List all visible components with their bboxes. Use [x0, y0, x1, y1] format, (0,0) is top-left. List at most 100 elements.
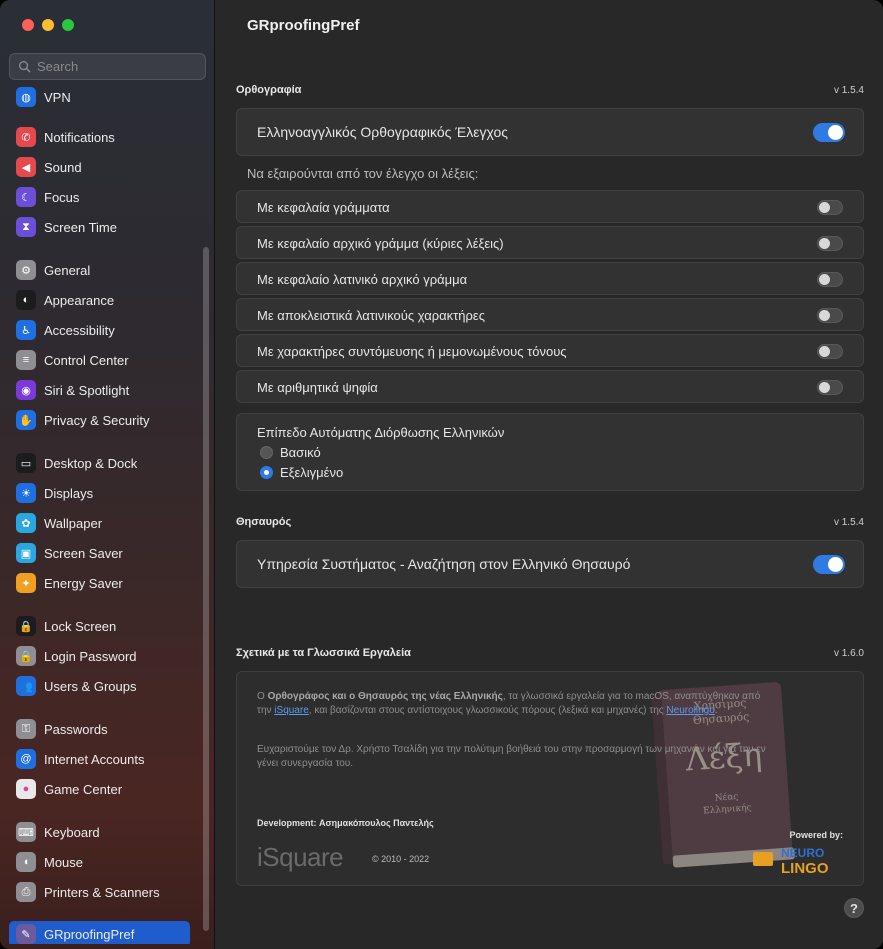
sidebar-item-control-center[interactable]: ≡ Control Center: [9, 347, 190, 373]
sidebar-item-accessibility[interactable]: ♿ Accessibility: [9, 317, 190, 343]
sidebar-item-label: General: [44, 262, 91, 278]
exclude-option-label: Με κεφαλαίο αρχικό γράμμα (κύριες λέξεις…: [257, 236, 504, 251]
sidebar-item-general[interactable]: ⚙ General: [9, 257, 190, 283]
sidebar-item-label: Keyboard: [44, 824, 100, 840]
sidebar-item-grproofingpref[interactable]: ✎ GRproofingPref: [9, 921, 190, 944]
exclude-option-toggle[interactable]: [817, 200, 843, 215]
autocorrect-advanced-label[interactable]: Εξελιγμένο: [280, 465, 343, 480]
about-card: Χρήσιμος Θησαυρός Λέξη Νέας Ελληνικής Ο …: [236, 671, 864, 886]
thesaurus-section-title: Θησαυρός: [236, 516, 292, 528]
sidebar-item-label: Login Password: [44, 648, 137, 664]
control-center-icon: ≡: [16, 350, 36, 370]
sidebar-item-wallpaper[interactable]: ✿ Wallpaper: [9, 510, 190, 536]
sidebar-item-displays[interactable]: ☀ Displays: [9, 480, 190, 506]
exclude-option-toggle[interactable]: [817, 380, 843, 395]
about-paragraph-2: Ευχαριστούμε τον Δρ. Χρήστο Τσαλίδη για …: [257, 744, 766, 769]
exclude-option-label: Με χαρακτήρες συντόμευσης ή μεμονωμένους…: [257, 344, 567, 359]
settings-window: ◍ VPN ✆ Notifications ◀ Sound ☾ Focus ⧗ Screen Ti…: [0, 0, 883, 949]
sidebar-item-desktop-dock[interactable]: ▭ Desktop & Dock: [9, 450, 190, 476]
thesaurus-card: Υπηρεσία Συστήματος - Αναζήτηση στον Ελλ…: [236, 540, 864, 588]
sidebar-item-keyboard[interactable]: ⌨ Keyboard: [9, 819, 190, 845]
sidebar-item-energy-saver[interactable]: ✦ Energy Saver: [9, 570, 190, 596]
sidebar-item-login-password[interactable]: 🔒 Login Password: [9, 643, 190, 669]
printer-icon: ⎙: [16, 882, 36, 902]
lock-icon: 🔒: [16, 646, 36, 666]
hourglass-icon: ⧗: [16, 217, 36, 237]
exclude-option-label: Με αποκλειστικά λατινικούς χαρακτήρες: [257, 308, 485, 323]
about-paragraph-1: Ο Ορθογράφος και ο Θησαυρός της νέας Ελλ…: [257, 691, 761, 716]
siri-icon: ◉: [16, 380, 36, 400]
gear-icon: ⚙: [16, 260, 36, 280]
about-version: v 1.6.0: [833, 648, 864, 659]
game-center-icon: ●: [16, 779, 36, 799]
sidebar-item-internet-accounts[interactable]: @ Internet Accounts: [9, 746, 190, 772]
sidebar-item-label: Energy Saver: [44, 575, 123, 591]
sidebar-item-screen-time[interactable]: ⧗ Screen Time: [9, 214, 190, 240]
exclude-option-label: Με κεφαλαία γράμματα: [257, 200, 390, 215]
sidebar-item-mouse[interactable]: ◖ Mouse: [9, 849, 190, 875]
powered-by-label: Powered by:: [789, 830, 843, 840]
neurolingo-link[interactable]: Neurolingo: [666, 705, 714, 716]
sidebar-item-privacy-security[interactable]: ✋ Privacy & Security: [9, 407, 190, 433]
isquare-link[interactable]: iSquare: [274, 705, 308, 716]
screen-saver-icon: ▣: [16, 543, 36, 563]
sidebar-item-label: Lock Screen: [44, 618, 117, 634]
sidebar-item-label: Sound: [44, 159, 82, 175]
sidebar-item-users-groups[interactable]: 👥 Users & Groups: [9, 673, 190, 699]
sidebar-item-game-center[interactable]: ● Game Center: [9, 776, 190, 802]
sidebar-item-label: Wallpaper: [44, 515, 103, 531]
exclude-option-row: Με κεφαλαία γράμματα: [236, 190, 864, 223]
exclude-option-toggle[interactable]: [817, 308, 843, 323]
exclude-option-toggle[interactable]: [817, 344, 843, 359]
exclude-option-label: Με κεφαλαίο λατινικό αρχικό γράμμα: [257, 272, 468, 287]
sidebar-item-label: Game Center: [44, 781, 123, 797]
spelling-main-card: Ελληνοαγγλικός Ορθογραφικός Έλεγχος: [236, 108, 864, 156]
sidebar-item-appearance[interactable]: ◐ Appearance: [9, 287, 190, 313]
help-button[interactable]: ?: [844, 898, 864, 918]
exclude-option-toggle[interactable]: [817, 272, 843, 287]
spelling-main-toggle[interactable]: [813, 123, 845, 142]
autocorrect-basic-radio[interactable]: [260, 446, 273, 459]
autocorrect-basic-label[interactable]: Βασικό: [280, 445, 321, 460]
sidebar-item-sound[interactable]: ◀ Sound: [9, 154, 190, 180]
window-controls: [22, 19, 74, 31]
minimize-button[interactable]: [42, 19, 54, 31]
spelling-version: v 1.5.4: [833, 85, 864, 96]
search-field[interactable]: [9, 53, 206, 80]
sidebar-item-label: Screen Time: [44, 219, 117, 235]
sidebar-item-label: Notifications: [44, 129, 115, 145]
sidebar-item-focus[interactable]: ☾ Focus: [9, 184, 190, 210]
exclude-option-row: Με κεφαλαίο λατινικό αρχικό γράμμα: [236, 262, 864, 295]
at-icon: @: [16, 749, 36, 769]
moon-icon: ☾: [16, 187, 36, 207]
exclude-option-row: Με χαρακτήρες συντόμευσης ή μεμονωμένους…: [236, 334, 864, 367]
sidebar-item-passwords[interactable]: ⚿ Passwords: [9, 716, 190, 742]
hand-icon: ✋: [16, 410, 36, 430]
autocorrect-card: Επίπεδο Αυτόματης Διόρθωσης Ελληνικών Βα…: [236, 413, 864, 491]
sidebar-item-label: Accessibility: [44, 322, 115, 338]
sidebar-item-label: VPN: [44, 89, 71, 105]
sidebar-item-screen-saver[interactable]: ▣ Screen Saver: [9, 540, 190, 566]
thesaurus-version: v 1.5.4: [833, 517, 864, 528]
exclude-option-row: Με αριθμητικά ψηφία: [236, 370, 864, 403]
sidebar-item-printers-scanners[interactable]: ⎙ Printers & Scanners: [9, 879, 190, 905]
sidebar-scrollbar[interactable]: [203, 247, 209, 931]
keyboard-icon: ⌨: [16, 822, 36, 842]
sidebar-list: ◍ VPN ✆ Notifications ◀ Sound ☾ Focus ⧗ Screen Ti…: [9, 84, 199, 944]
zoom-button[interactable]: [62, 19, 74, 31]
thesaurus-service-toggle[interactable]: [813, 555, 845, 574]
sidebar-item-notifications[interactable]: ✆ Notifications: [9, 124, 190, 150]
about-section-title: Σχετικά με τα Γλωσσικά Εργαλεία: [236, 647, 411, 659]
close-button[interactable]: [22, 19, 34, 31]
sidebar-item-label: Mouse: [44, 854, 84, 870]
sidebar-item-vpn[interactable]: ◍ VPN: [9, 84, 190, 110]
speaker-icon: ◀: [16, 157, 36, 177]
sidebar-item-label: Privacy & Security: [44, 412, 150, 428]
sidebar-item-siri-spotlight[interactable]: ◉ Siri & Spotlight: [9, 377, 190, 403]
sidebar-item-lock-screen[interactable]: 🔒 Lock Screen: [9, 613, 190, 639]
search-input[interactable]: [37, 59, 197, 74]
sidebar-item-label: Control Center: [44, 352, 129, 368]
exclude-option-toggle[interactable]: [817, 236, 843, 251]
sidebar-item-label: Desktop & Dock: [44, 455, 138, 471]
autocorrect-advanced-radio[interactable]: [260, 466, 273, 479]
